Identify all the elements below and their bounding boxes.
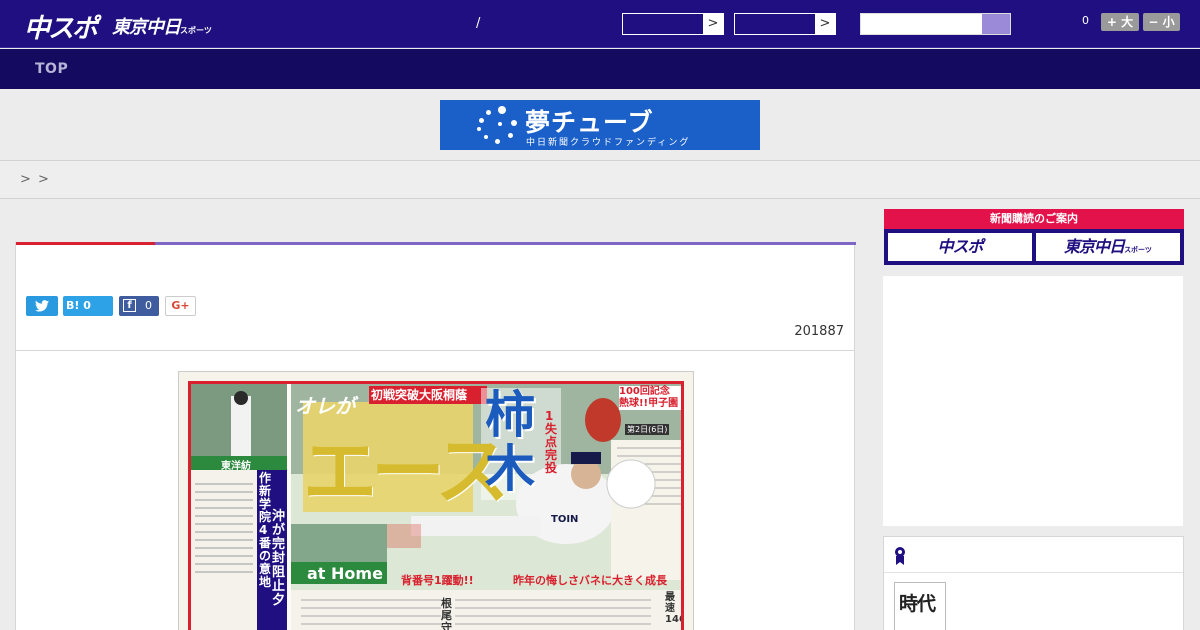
article-date: 201887 bbox=[794, 324, 844, 339]
banner-dot bbox=[484, 135, 488, 139]
subscription-box: 新聞購読のご案内 中スポ 東京中日スポーツ bbox=[884, 209, 1184, 265]
article-accent-red bbox=[16, 242, 155, 245]
ranking-thumbnail[interactable]: 時代 bbox=[894, 582, 946, 630]
banner-dot bbox=[477, 127, 481, 131]
ranking-thumbnail-text: 時代 bbox=[899, 593, 936, 615]
article-accent-purple bbox=[155, 242, 856, 245]
headline-name: 柿木 bbox=[485, 386, 535, 498]
nav-item-top[interactable]: TOP bbox=[35, 61, 68, 77]
subscribe-tokyo-button[interactable]: 東京中日スポーツ bbox=[1036, 233, 1180, 261]
sub-story-headline: 作新学院4番の意地 bbox=[259, 471, 272, 589]
day-label: 第2日(6日) bbox=[625, 424, 670, 435]
chuspo-logo[interactable]: 中スポ bbox=[24, 8, 98, 45]
speed-label: 最速146 bbox=[665, 592, 684, 625]
sub-story-headline-2: 沖が完封阻止夕 bbox=[272, 509, 286, 608]
twitter-icon bbox=[35, 300, 49, 312]
facebook-count: 0 bbox=[145, 299, 152, 312]
headline-ace: エース bbox=[303, 429, 509, 515]
subscription-heading: 新聞購読のご案内 bbox=[884, 209, 1184, 229]
category-select-2[interactable]: > bbox=[734, 13, 836, 35]
at-home-sign: at Home bbox=[307, 564, 383, 583]
banner-dot bbox=[498, 106, 506, 114]
banner-subtitle: 中日新聞クラウドファンディング bbox=[526, 138, 691, 148]
banner-right-text: 昨年の悔しさバネに大きく成長 bbox=[513, 574, 667, 587]
yume-tube-banner[interactable]: 夢チューブ 中日新聞クラウドファンディング bbox=[440, 100, 760, 150]
breadcrumb-separator: > bbox=[20, 172, 31, 187]
ribbon-icon bbox=[895, 547, 905, 565]
font-smaller-button[interactable]: − 小 bbox=[1143, 13, 1180, 31]
notification-count: 0 bbox=[1082, 14, 1089, 27]
header-slash: / bbox=[476, 16, 481, 31]
banner-dot bbox=[498, 122, 502, 126]
subscribe-tokyo-small: スポーツ bbox=[1124, 246, 1152, 254]
search-button[interactable] bbox=[982, 14, 1010, 34]
club-label: 東洋紡 bbox=[221, 461, 251, 472]
banner-left-text: 背番号1躍動!! bbox=[401, 574, 474, 587]
category-select-1[interactable]: > bbox=[622, 13, 724, 35]
facebook-icon: f bbox=[123, 299, 136, 312]
article-card: B! 0 f 0 G+ 201887 初戦突破大阪桐蔭 オレが エース 柿木 1… bbox=[15, 242, 856, 630]
banner-dot bbox=[495, 139, 500, 144]
tokyo-chunichi-logo[interactable]: 東京中日スポーツ bbox=[112, 13, 212, 39]
tokyo-logo-main: 東京中日 bbox=[112, 17, 181, 38]
newspaper-front-page[interactable]: 初戦突破大阪桐蔭 オレが エース 柿木 1失点完投 100回記念 熱球!!甲子園… bbox=[178, 371, 694, 630]
twitter-share-button[interactable] bbox=[26, 296, 58, 316]
banner-dot bbox=[486, 110, 491, 115]
search-input[interactable] bbox=[861, 14, 983, 34]
google-plus-share-button[interactable]: G+ bbox=[165, 296, 196, 316]
banner-dot bbox=[508, 133, 513, 138]
site-header: 中スポ 東京中日スポーツ / > > 0 + 大 − 小 bbox=[0, 0, 1200, 48]
kanban-badge: 100回記念 熱球!!甲子園 bbox=[619, 386, 681, 410]
article-divider bbox=[16, 350, 854, 351]
banner-title: 夢チューブ bbox=[525, 108, 654, 137]
ranking-header bbox=[884, 537, 1183, 573]
chevron-right-icon[interactable]: > bbox=[703, 14, 723, 34]
headline-one-run: 1失点完投 bbox=[545, 409, 558, 475]
search-box bbox=[860, 13, 1011, 35]
breadcrumb-separator: > bbox=[38, 172, 49, 187]
name-box: 根尾 守備 bbox=[441, 598, 455, 630]
font-larger-button[interactable]: + 大 bbox=[1101, 13, 1139, 31]
tokyo-logo-sub: スポーツ bbox=[180, 26, 212, 35]
headline-top: 初戦突破大阪桐蔭 bbox=[371, 388, 468, 402]
hatena-bookmark-button[interactable]: B! 0 bbox=[63, 296, 113, 316]
ranking-box: 時代 bbox=[883, 536, 1184, 630]
banner-dot bbox=[511, 120, 517, 126]
subscribe-chuspo-button[interactable]: 中スポ bbox=[888, 233, 1032, 261]
banner-dot bbox=[479, 118, 484, 123]
chevron-right-icon[interactable]: > bbox=[815, 14, 835, 34]
newspaper-frame: 初戦突破大阪桐蔭 オレが エース 柿木 1失点完投 100回記念 熱球!!甲子園… bbox=[188, 381, 684, 630]
subscribe-tokyo-main: 東京中日 bbox=[1064, 237, 1125, 256]
ad-space bbox=[883, 276, 1183, 526]
main-nav: TOP bbox=[0, 49, 1200, 89]
jersey-text: TOIN bbox=[551, 514, 579, 525]
facebook-share-button[interactable]: f 0 bbox=[119, 296, 159, 316]
breadcrumb: > > bbox=[0, 161, 1200, 199]
